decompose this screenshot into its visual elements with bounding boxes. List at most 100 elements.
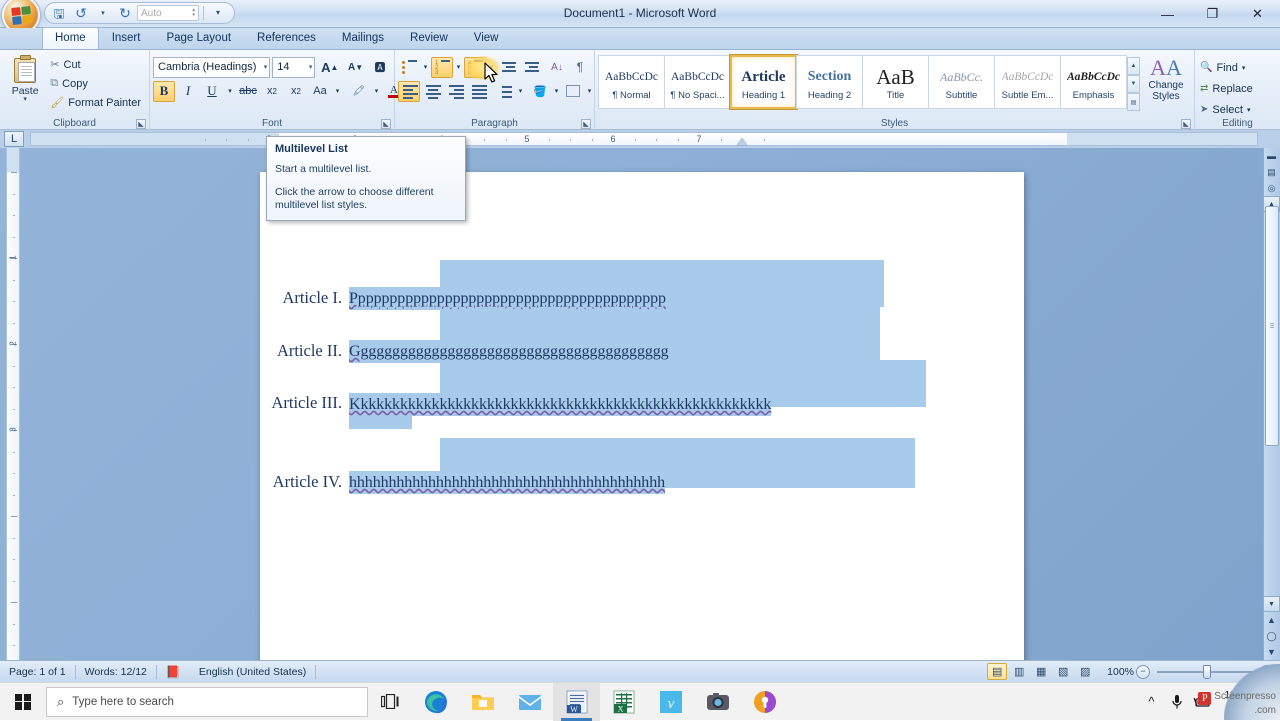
tab-mailings[interactable]: Mailings	[329, 27, 397, 49]
proofing-status[interactable]: 📕	[157, 661, 190, 683]
superscript-button[interactable]: x2	[285, 81, 307, 102]
sort-button[interactable]: A↓	[546, 57, 568, 78]
language-status[interactable]: English (United States)	[190, 661, 315, 683]
next-page-icon[interactable]: ▼	[1263, 644, 1280, 660]
tab-references[interactable]: References	[244, 27, 329, 49]
shrink-font-button[interactable]: A ▼	[344, 57, 367, 78]
taskbar-app-file-explorer[interactable]	[459, 683, 506, 721]
font-size-combo[interactable]: 14 ▾	[272, 56, 316, 78]
minimize-button[interactable]: —	[1145, 0, 1190, 28]
taskbar-app-microsoft-edge[interactable]	[412, 683, 459, 721]
show-hidden-icons-button[interactable]: ^	[1138, 683, 1164, 721]
strikethrough-button[interactable]: abc	[237, 81, 259, 102]
styles-dialog-launcher[interactable]: ◣	[1181, 119, 1191, 129]
show-formatting-marks-button[interactable]: ¶	[569, 57, 591, 78]
underline-button[interactable]: U	[201, 81, 223, 102]
styles-more-button[interactable]: ▤	[1127, 93, 1140, 111]
shading-button[interactable]: 🪣	[529, 81, 551, 102]
grow-font-button[interactable]: A ▲	[317, 57, 342, 78]
article-text[interactable]: Kkkkkkkkkkkkkkkkkkkkkkkkkkkkkkkkkkkkkkkk…	[349, 393, 771, 416]
increase-indent-button[interactable]	[520, 57, 542, 78]
borders-dropdown-icon[interactable]: ▾	[585, 81, 594, 102]
tab-view[interactable]: View	[461, 27, 512, 49]
tab-home[interactable]: Home	[42, 27, 99, 49]
text-highlight-color-button[interactable]: 🖍	[348, 81, 370, 102]
view-outline-button[interactable]: ▧	[1053, 663, 1073, 680]
view-web-layout-button[interactable]: ▦	[1031, 663, 1051, 680]
start-button[interactable]	[0, 683, 46, 721]
vertical-scrollbar[interactable]: ▬ ▤ ◎ ▲ ▼ ▲ ◯ ▼	[1263, 148, 1280, 660]
battery-icon[interactable]	[1190, 683, 1216, 721]
align-left-button[interactable]	[398, 80, 420, 102]
line-spacing-button[interactable]	[493, 81, 515, 102]
zoom-in-button[interactable]: +	[1260, 664, 1274, 679]
find-dropdown-icon[interactable]: ▾	[1242, 64, 1246, 72]
borders-button[interactable]	[562, 81, 584, 102]
view-full-screen-reading-button[interactable]: ▥	[1009, 663, 1029, 680]
style-emphasis[interactable]: AaBbCcDc Emphasis	[1060, 55, 1127, 109]
maximize-button[interactable]: ❐	[1190, 0, 1235, 28]
copy-button[interactable]: ⧉ Copy	[47, 74, 146, 93]
bold-button[interactable]: B	[153, 80, 175, 102]
find-button[interactable]: 🔍 Find ▾	[1198, 57, 1257, 78]
paragraph-dialog-launcher[interactable]: ◣	[581, 119, 591, 129]
tab-insert[interactable]: Insert	[99, 27, 154, 49]
page-status[interactable]: Page: 1 of 1	[0, 661, 75, 683]
scrollbar-thumb[interactable]	[1265, 206, 1279, 446]
tab-stop-selector[interactable]: L	[4, 131, 24, 147]
scroll-down-button[interactable]: ▼	[1263, 596, 1280, 612]
styles-scroll-down-button[interactable]: ▼	[1127, 75, 1140, 93]
horizontal-ruler[interactable]: 234567	[30, 132, 1258, 146]
view-draft-button[interactable]: ▨	[1075, 663, 1095, 680]
cut-button[interactable]: ✂ Cut	[47, 55, 146, 74]
numbering-dropdown-icon[interactable]: ▾	[454, 57, 463, 78]
article-text[interactable]: hhhhhhhhhhhhhhhhhhhhhhhhhhhhhhhhhhhhhhhh	[349, 471, 665, 494]
document-line-3[interactable]: Article III. Kkkkkkkkkkkkkkkkkkkkkkkkkkk…	[265, 393, 865, 416]
subscript-button[interactable]: x2	[261, 81, 283, 102]
align-center-button[interactable]	[421, 81, 443, 102]
highlight-dropdown-icon[interactable]: ▾	[372, 81, 381, 102]
task-view-button[interactable]	[368, 683, 412, 721]
tab-review[interactable]: Review	[397, 27, 461, 49]
document-line-1[interactable]: Article I. Ppppppppppppppppppppppppppppp…	[265, 287, 666, 310]
document-line-2[interactable]: Article II. Gggggggggggggggggggggggggggg…	[265, 340, 669, 363]
taskbar-app-orange[interactable]	[741, 683, 788, 721]
select-button[interactable]: ➤ Select ▾	[1198, 99, 1257, 120]
previous-page-icon[interactable]: ▲	[1263, 612, 1280, 628]
zoom-level-label[interactable]: 100%	[1107, 666, 1134, 678]
shading-dropdown-icon[interactable]: ▾	[552, 81, 561, 102]
taskbar-app-microsoft-word[interactable]: W	[553, 682, 600, 721]
line-spacing-dropdown-icon[interactable]: ▾	[516, 81, 525, 102]
clipboard-dialog-launcher[interactable]: ◣	[136, 119, 146, 129]
close-button[interactable]: ✕	[1235, 0, 1280, 28]
multilevel-list-button[interactable]: abc	[464, 56, 486, 78]
style-heading-1[interactable]: Article Heading 1	[730, 55, 797, 109]
right-indent-marker[interactable]	[737, 138, 747, 145]
justify-button[interactable]	[467, 81, 489, 102]
split-window-icon[interactable]: ▬	[1263, 148, 1280, 164]
taskbar-search-input[interactable]: ⌕ Type here to search	[46, 686, 368, 717]
document-line-4[interactable]: Article IV. hhhhhhhhhhhhhhhhhhhhhhhhhhhh…	[265, 471, 665, 494]
style-subtle-emphasis[interactable]: AaBbCcDc Subtle Em...	[994, 55, 1061, 109]
format-painter-button[interactable]: 🖌 Format Painter	[47, 93, 146, 112]
taskbar-app-vimeo[interactable]: v	[647, 683, 694, 721]
zoom-out-button[interactable]: −	[1136, 664, 1150, 679]
style-subtitle[interactable]: AaBbCc. Subtitle	[928, 55, 995, 109]
font-name-combo[interactable]: Cambria (Headings) ▾	[153, 56, 271, 78]
paste-dropdown-icon[interactable]: ▾	[23, 96, 27, 103]
microphone-icon[interactable]	[1164, 683, 1190, 721]
tab-page-layout[interactable]: Page Layout	[153, 27, 244, 49]
bullets-button[interactable]	[398, 57, 420, 78]
multilevel-list-dropdown-icon[interactable]: ▾	[487, 57, 496, 78]
underline-dropdown-icon[interactable]: ▾	[225, 81, 235, 102]
ruler-toggle-icon[interactable]: ▤	[1263, 164, 1280, 180]
numbering-button[interactable]: 123	[431, 56, 453, 78]
taskbar-app-camera[interactable]	[694, 683, 741, 721]
select-browse-object-icon[interactable]: ◯	[1263, 628, 1280, 644]
style-normal[interactable]: AaBbCcDc ¶ Normal	[598, 55, 665, 109]
vertical-ruler[interactable]: 1 2 3	[6, 148, 20, 660]
article-text[interactable]: Gggggggggggggggggggggggggggggggggggggggg	[349, 340, 669, 363]
document-page[interactable]: Article I. Ppppppppppppppppppppppppppppp…	[260, 172, 1024, 660]
taskbar-clock[interactable]: 11:59 AM 3/25	[1216, 689, 1276, 715]
taskbar-app-mail[interactable]	[506, 683, 553, 721]
